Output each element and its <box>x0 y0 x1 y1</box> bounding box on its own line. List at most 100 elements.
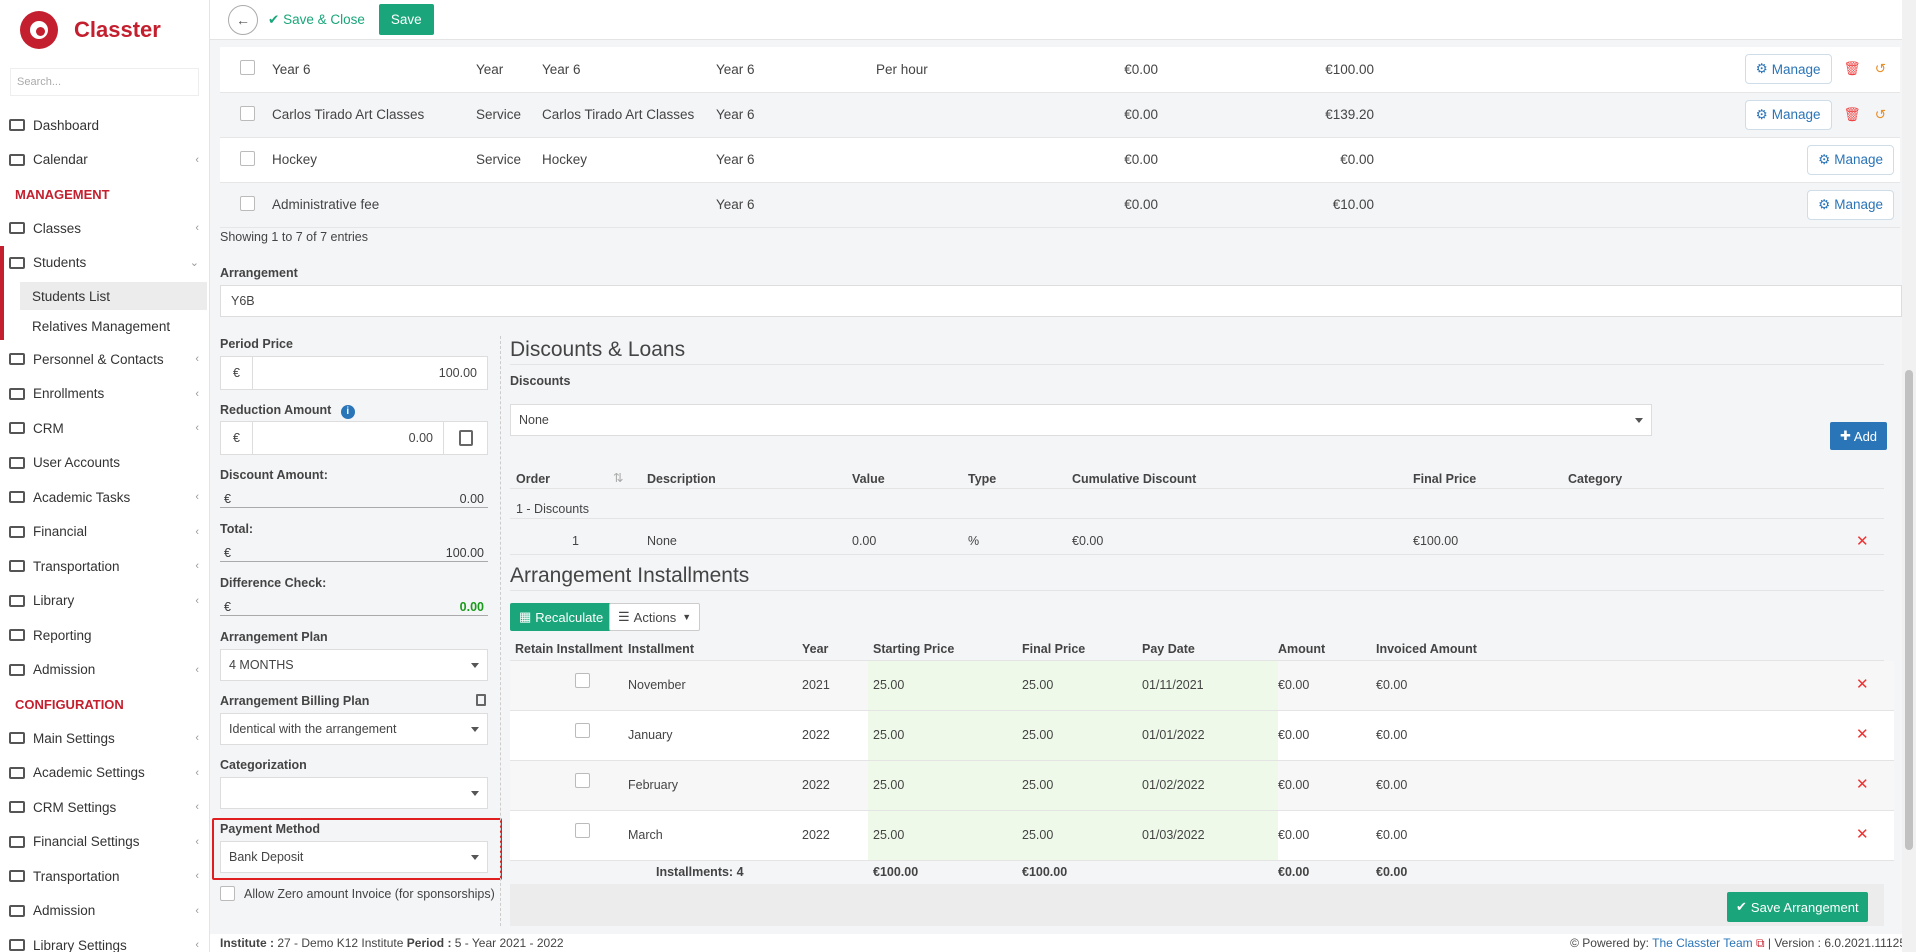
discount-header-order[interactable]: Order <box>516 472 550 486</box>
row-checkbox[interactable] <box>240 105 255 121</box>
check-icon: ✔ <box>1736 899 1747 914</box>
period-price-field[interactable]: € 100.00 <box>220 356 488 390</box>
financial-settings-icon <box>9 835 25 848</box>
sidebar-item-crm[interactable]: CRM ‹ <box>0 411 209 446</box>
installment-header-year: Year <box>802 642 829 656</box>
arrangement-input[interactable]: Y6B <box>220 285 1902 317</box>
retain-installment-checkbox[interactable] <box>575 773 590 788</box>
trash-icon[interactable]: 🗑 <box>1844 107 1861 122</box>
sidebar-item-dashboard[interactable]: Dashboard <box>0 108 209 143</box>
zero-invoice-checkbox[interactable] <box>220 886 235 901</box>
undo-icon[interactable]: ↺ <box>1875 61 1886 76</box>
cell-type: Service <box>476 92 542 137</box>
sidebar-item-personnel-contacts[interactable]: Personnel & Contacts ‹ <box>0 342 209 377</box>
cell-year: Year 6 <box>716 92 876 137</box>
discount-select[interactable]: None <box>510 404 1652 436</box>
retain-installment-checkbox[interactable] <box>575 723 590 738</box>
management-header: MANAGEMENT <box>15 186 110 202</box>
remove-installment-icon[interactable]: ✕ <box>1856 825 1869 843</box>
sidebar-item-students[interactable]: Students ⌄ <box>4 246 209 281</box>
plus-icon: ✚ <box>1840 428 1851 443</box>
manage-button[interactable]: ⚙ Manage <box>1807 189 1894 220</box>
sidebar-item-academic-tasks[interactable]: Academic Tasks ‹ <box>0 480 209 515</box>
discount-header-category: Category <box>1568 472 1623 486</box>
chevron-left-icon: ‹ <box>195 525 199 538</box>
calculator-icon[interactable] <box>443 422 487 454</box>
add-discount-button[interactable]: ✚ Add <box>1830 422 1888 450</box>
classter-logo-icon <box>20 11 58 49</box>
academic-settings-icon <box>9 766 25 779</box>
actions-dropdown-button[interactable]: ☰ Actions ▼ <box>609 603 701 631</box>
calculator-icon[interactable] <box>476 694 486 706</box>
installment-start: 25.00 <box>873 678 905 692</box>
row-checkbox[interactable] <box>240 60 255 76</box>
sort-icon[interactable]: ⇅ <box>613 470 623 485</box>
chevron-left-icon: ‹ <box>195 663 199 676</box>
sidebar-item-admission[interactable]: Admission ‹ <box>0 653 209 688</box>
brand-logo[interactable]: Classter <box>0 0 209 60</box>
service-desc: Year 6 <box>542 61 581 77</box>
trash-icon[interactable]: 🗑 <box>1844 61 1861 76</box>
retain-installment-checkbox[interactable] <box>575 673 590 688</box>
brand-name: Classter <box>74 17 161 42</box>
save-arrangement-button[interactable]: ✔ Save Arrangement <box>1727 892 1868 922</box>
sidebar-item-financial-settings[interactable]: Financial Settings ‹ <box>0 825 209 860</box>
caret-down-icon <box>471 854 479 860</box>
manage-button[interactable]: ⚙ Manage <box>1744 99 1832 130</box>
manage-label: Manage <box>1834 152 1883 167</box>
manage-label: Manage <box>1834 197 1883 212</box>
sidebar-item-enrollments[interactable]: Enrollments ‹ <box>0 377 209 412</box>
sidebar-item-calendar[interactable]: Calendar ‹ <box>0 143 209 178</box>
cell-name: Carlos Tirado Art Classes <box>272 92 476 137</box>
row-checkbox[interactable] <box>240 150 255 166</box>
sidebar-subitem-relatives[interactable]: Relatives Management <box>20 312 207 340</box>
sidebar-item-financial[interactable]: Financial ‹ <box>0 515 209 550</box>
cell-type <box>476 182 542 227</box>
sidebar-item-library[interactable]: Library ‹ <box>0 584 209 619</box>
sidebar-item-library-settings[interactable]: Library Settings ‹ <box>0 928 209 952</box>
reporting-icon <box>9 629 25 642</box>
difference-check-field: €0.00 <box>220 598 488 616</box>
sidebar-item-academic-settings[interactable]: Academic Settings ‹ <box>0 756 209 791</box>
installment-year: 2021 <box>802 678 830 692</box>
sidebar-subitem-students-list[interactable]: Students List <box>20 282 207 310</box>
remove-installment-icon[interactable]: ✕ <box>1856 675 1869 693</box>
back-button[interactable]: ← <box>228 4 258 35</box>
retain-installment-checkbox[interactable] <box>575 823 590 838</box>
sidebar-item-user-accounts[interactable]: User Accounts <box>0 446 209 481</box>
remove-discount-icon[interactable]: ✕ <box>1856 532 1869 550</box>
discount-header-description: Description <box>647 472 716 486</box>
sidebar-item-crm-settings[interactable]: CRM Settings ‹ <box>0 790 209 825</box>
installment-date: 01/11/2021 <box>1142 678 1204 692</box>
billing-plan-select[interactable]: Identical with the arrangement <box>220 713 488 745</box>
billing-plan-label-text: Arrangement Billing Plan <box>220 694 370 708</box>
remove-installment-icon[interactable]: ✕ <box>1856 775 1869 793</box>
info-icon[interactable]: i <box>340 405 355 419</box>
manage-button[interactable]: ⚙ Manage <box>1744 54 1832 85</box>
manage-button[interactable]: ⚙ Manage <box>1807 144 1894 175</box>
sidebar-item-transportation[interactable]: Transportation ‹ <box>0 549 209 584</box>
scrollbar-thumb[interactable] <box>1905 370 1913 850</box>
sidebar-item-reporting[interactable]: Reporting <box>0 618 209 653</box>
save-button[interactable]: Save <box>378 4 434 35</box>
personnel-contacts-icon <box>9 353 25 366</box>
classter-team-link[interactable]: The Classter Team <box>1652 936 1752 950</box>
page-scrollbar[interactable] <box>1902 0 1916 952</box>
installment-name: February <box>628 778 679 792</box>
row-checkbox[interactable] <box>240 195 255 211</box>
sidebar-item-transportation[interactable]: Transportation ‹ <box>0 859 209 894</box>
recalculate-button[interactable]: ▦ Recalculate <box>510 603 613 631</box>
sidebar-search-input[interactable]: Search... <box>10 68 199 96</box>
undo-icon[interactable]: ↺ <box>1875 107 1886 122</box>
arrangement-plan-select[interactable]: 4 MONTHS <box>220 649 488 681</box>
sidebar-item-admission[interactable]: Admission ‹ <box>0 894 209 929</box>
sidebar-item-main-settings[interactable]: Main Settings ‹ <box>0 721 209 756</box>
remove-installment-icon[interactable]: ✕ <box>1856 725 1869 743</box>
payment-method-select[interactable]: Bank Deposit <box>220 841 488 873</box>
zero-invoice-option[interactable]: Allow Zero amount Invoice (for sponsorsh… <box>220 886 495 901</box>
categorization-select[interactable] <box>220 777 488 809</box>
chevron-left-icon: ‹ <box>195 353 199 366</box>
sidebar-item-classes[interactable]: Classes ‹ <box>0 211 209 246</box>
reduction-amount-field[interactable]: € 0.00 <box>220 421 488 455</box>
save-close-button[interactable]: ✔ Save & Close <box>268 12 365 28</box>
